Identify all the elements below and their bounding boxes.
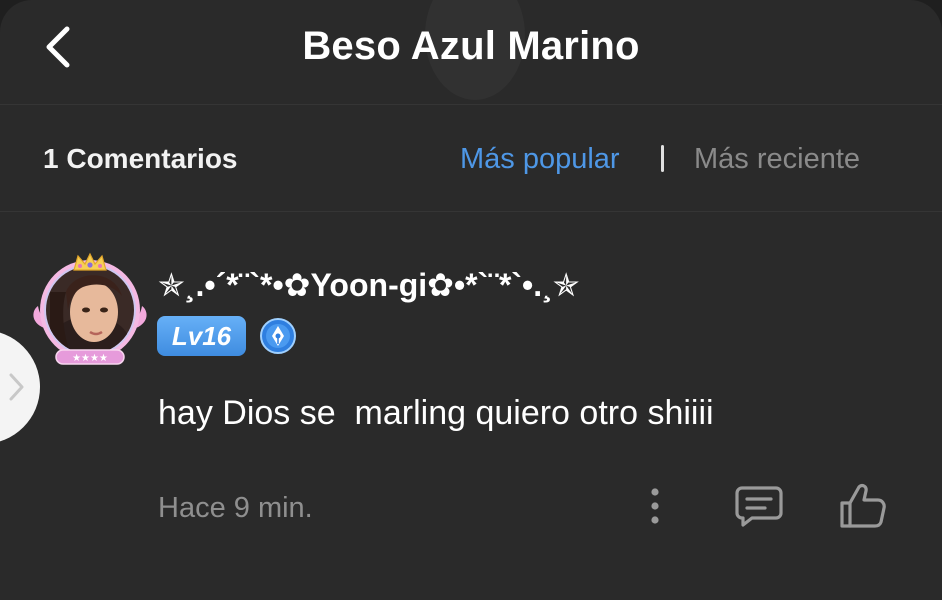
page-title: Beso Azul Marino	[302, 24, 640, 68]
sheet-header: Beso Azul Marino	[0, 0, 942, 105]
comment-username[interactable]: ✯¸.•´*¨`*•✿Yoon-gi✿•*`¨*`•.¸✯	[158, 266, 580, 304]
reply-button[interactable]	[734, 484, 784, 528]
avatar-frame-icon: ★★★★	[33, 252, 147, 365]
more-options-button[interactable]	[640, 486, 670, 526]
sort-popular-tab[interactable]: Más popular	[460, 143, 620, 176]
comment-text: hay Dios se marling quiero otro shiiii	[158, 394, 714, 432]
more-vertical-icon	[651, 488, 659, 524]
comment-item: ★★★★ ✯¸.•´*¨`*•✿Yoon-gi✿•*`¨*`•.¸✯ Lv16 …	[0, 212, 942, 600]
thumbs-up-icon	[840, 484, 886, 528]
comments-sheet: Beso Azul Marino 1 Comentarios Más popul…	[0, 0, 942, 600]
pen-badge-icon	[259, 317, 297, 355]
chevron-right-icon	[9, 373, 24, 401]
sort-recent-tab[interactable]: Más reciente	[694, 143, 860, 176]
comment-count: 1 Comentarios	[43, 143, 238, 174]
comment-icon	[735, 486, 783, 527]
comment-timestamp: Hace 9 min.	[158, 492, 313, 524]
level-badge: Lv16	[157, 316, 246, 356]
avatar[interactable]: ★★★★	[30, 252, 150, 372]
sort-divider	[661, 145, 664, 172]
comments-toolbar: 1 Comentarios Más popular Más reciente	[0, 105, 942, 212]
svg-text:★★★★: ★★★★	[72, 353, 108, 364]
like-button[interactable]	[838, 482, 888, 530]
